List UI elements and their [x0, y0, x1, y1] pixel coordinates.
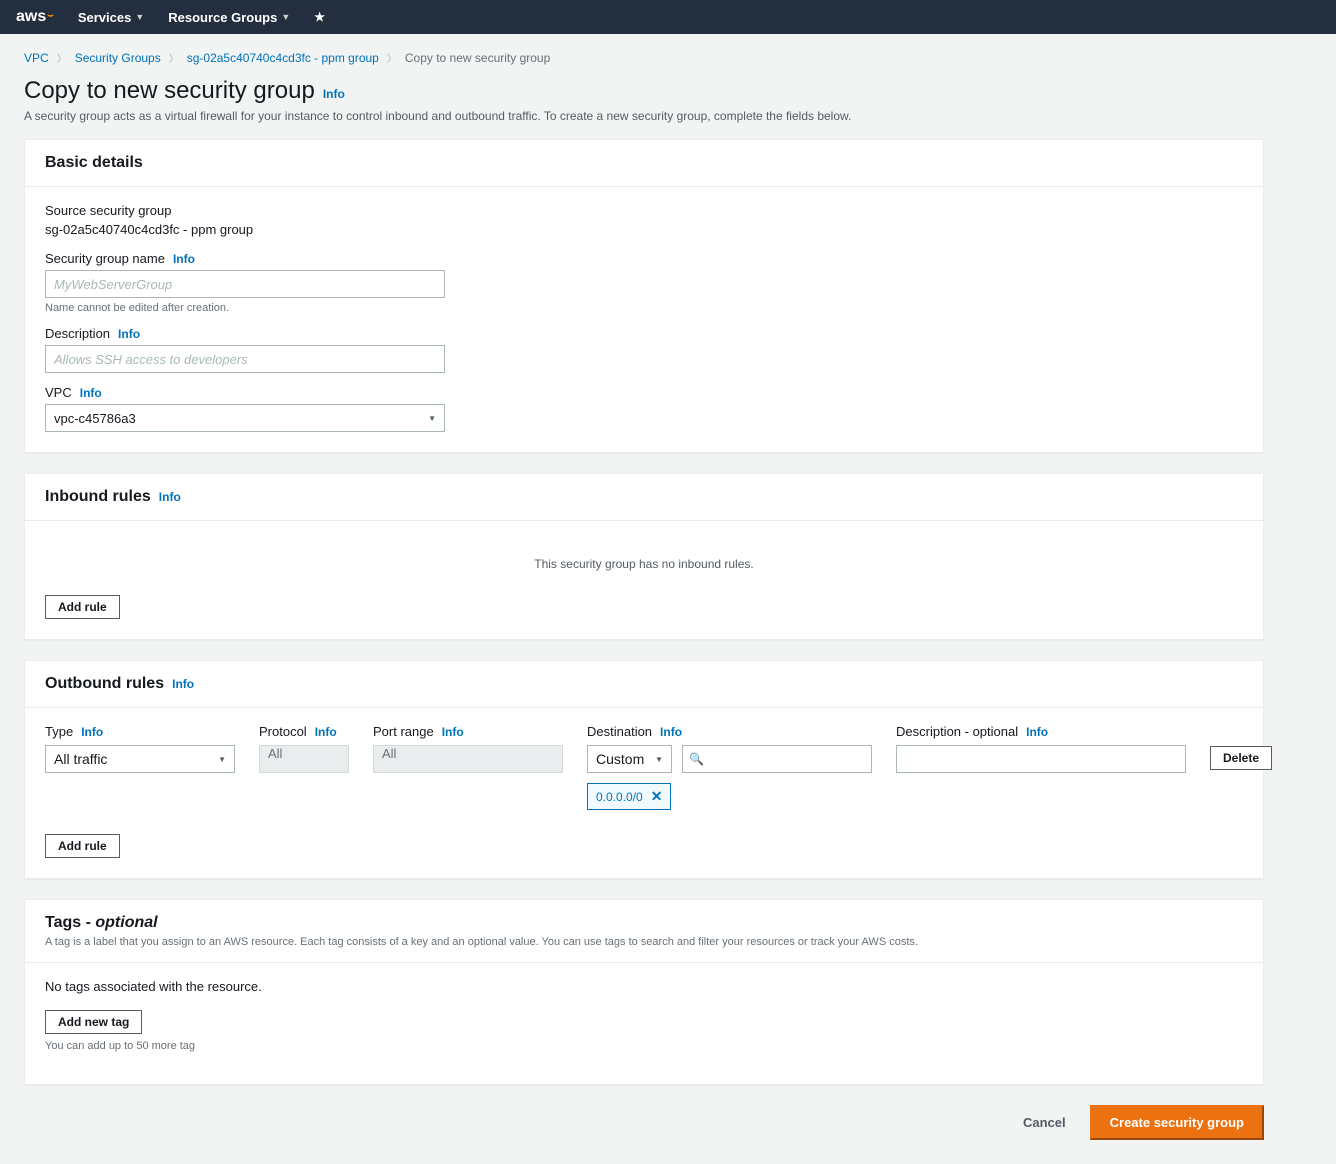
cidr-chip[interactable]: 0.0.0.0/0 ✕	[587, 783, 671, 810]
delete-rule-button[interactable]: Delete	[1210, 746, 1272, 770]
sg-name-input[interactable]	[45, 270, 445, 298]
tags-heading: Tags - optional	[45, 914, 158, 931]
breadcrumb-sg-id[interactable]: sg-02a5c40740c4cd3fc - ppm group	[187, 51, 379, 65]
tags-subheading: A tag is a label that you assign to an A…	[45, 936, 1243, 948]
col-protocol-label: Protocol	[259, 724, 307, 739]
chevron-right-icon: 〉	[387, 50, 397, 65]
rule-type-select[interactable]: All traffic ▼	[45, 745, 235, 773]
info-link[interactable]: Info	[118, 327, 140, 341]
add-inbound-rule-button[interactable]: Add rule	[45, 595, 120, 619]
add-new-tag-button[interactable]: Add new tag	[45, 1010, 142, 1034]
col-description-label: Description - optional	[896, 724, 1018, 739]
footer-actions: Cancel Create security group	[24, 1105, 1264, 1140]
info-link[interactable]: Info	[159, 490, 181, 504]
rule-protocol-display: All	[259, 745, 349, 773]
breadcrumb: VPC 〉 Security Groups 〉 sg-02a5c40740c4c…	[24, 46, 1264, 77]
outbound-rule-row: Type Info All traffic ▼ Protocol Info Al…	[45, 724, 1243, 810]
chevron-right-icon: 〉	[169, 50, 179, 65]
source-sg-value: sg-02a5c40740c4cd3fc - ppm group	[45, 222, 1243, 237]
pin-icon[interactable]: ★	[314, 10, 325, 24]
panel-basic-details: Basic details Source security group sg-0…	[24, 139, 1264, 453]
breadcrumb-security-groups[interactable]: Security Groups	[75, 51, 161, 65]
inbound-heading: Inbound rules	[45, 488, 151, 506]
sg-name-label: Security group name	[45, 251, 165, 266]
rule-description-input[interactable]	[896, 745, 1186, 773]
rule-destination-mode-select[interactable]: Custom ▼	[587, 745, 672, 773]
sg-name-hint: Name cannot be edited after creation.	[45, 302, 1243, 314]
rule-destination-search[interactable]: 🔍	[682, 745, 872, 773]
chevron-right-icon: 〉	[57, 50, 67, 65]
col-destination-label: Destination	[587, 724, 652, 739]
breadcrumb-vpc[interactable]: VPC	[24, 51, 49, 65]
col-type-label: Type	[45, 724, 73, 739]
aws-logo[interactable]: aws⌣	[16, 8, 54, 26]
add-outbound-rule-button[interactable]: Add rule	[45, 834, 120, 858]
inbound-empty-message: This security group has no inbound rules…	[45, 537, 1243, 595]
chevron-down-icon: ▼	[655, 755, 663, 764]
page-description: A security group acts as a virtual firew…	[24, 109, 1264, 123]
description-input[interactable]	[45, 345, 445, 373]
col-port-label: Port range	[373, 724, 434, 739]
info-link[interactable]: Info	[172, 677, 194, 691]
tags-limit-hint: You can add up to 50 more tag	[45, 1040, 1243, 1052]
vpc-label: VPC	[45, 385, 72, 400]
chevron-down-icon: ▼	[135, 12, 144, 22]
info-link[interactable]: Info	[323, 87, 345, 101]
chevron-down-icon: ▼	[281, 12, 290, 22]
top-nav: aws⌣ Services ▼ Resource Groups ▼ ★	[0, 0, 1336, 34]
description-label: Description	[45, 326, 110, 341]
cancel-button[interactable]: Cancel	[1007, 1105, 1082, 1140]
panel-outbound-rules: Outbound rules Info Type Info All traffi…	[24, 660, 1264, 879]
outbound-heading: Outbound rules	[45, 675, 164, 693]
info-link[interactable]: Info	[1026, 725, 1048, 739]
info-link[interactable]: Info	[660, 725, 682, 739]
chevron-down-icon: ▼	[428, 414, 436, 423]
rule-port-display: All	[373, 745, 563, 773]
info-link[interactable]: Info	[315, 725, 337, 739]
nav-services[interactable]: Services ▼	[78, 10, 144, 25]
breadcrumb-current: Copy to new security group	[405, 51, 550, 65]
nav-resource-groups[interactable]: Resource Groups ▼	[168, 10, 290, 25]
chevron-down-icon: ▼	[218, 755, 226, 764]
create-security-group-button[interactable]: Create security group	[1090, 1105, 1264, 1140]
panel-tags: Tags - optional A tag is a label that yo…	[24, 899, 1264, 1085]
source-sg-label: Source security group	[45, 203, 1243, 218]
info-link[interactable]: Info	[81, 725, 103, 739]
page-title: Copy to new security group Info	[24, 77, 1264, 105]
info-link[interactable]: Info	[80, 386, 102, 400]
panel-inbound-rules: Inbound rules Info This security group h…	[24, 473, 1264, 640]
basic-details-heading: Basic details	[45, 154, 143, 172]
info-link[interactable]: Info	[442, 725, 464, 739]
vpc-select[interactable]: vpc-c45786a3 ▼	[45, 404, 445, 432]
remove-chip-icon[interactable]: ✕	[651, 788, 663, 805]
tags-empty-message: No tags associated with the resource.	[45, 979, 1243, 994]
search-icon: 🔍	[689, 752, 704, 766]
info-link[interactable]: Info	[173, 252, 195, 266]
